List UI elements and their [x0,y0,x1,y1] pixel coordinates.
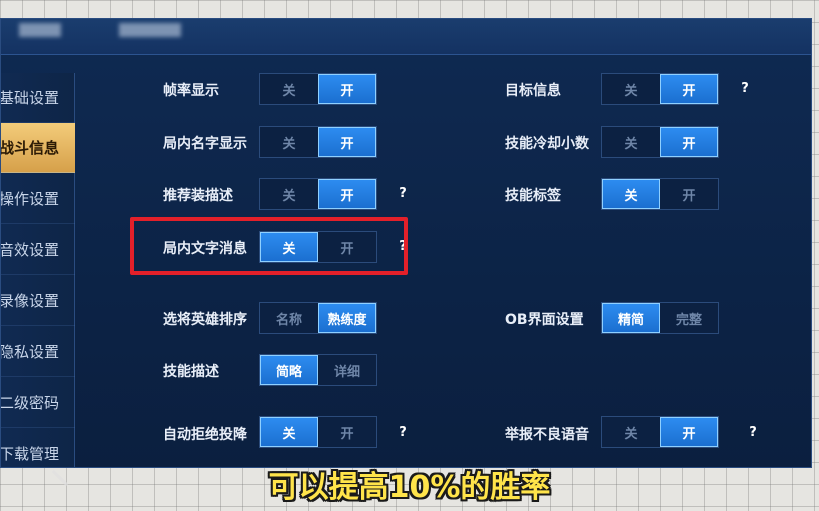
sidebar-item-replay[interactable]: 录像设置 [1,276,75,326]
skill-desc-brief-option[interactable]: 简略 [260,355,318,385]
auto-reject-help-icon[interactable]: ? [394,424,412,442]
sidebar-item-controls[interactable]: 操作设置 [1,174,75,224]
frame-rate-on-option[interactable]: 开 [318,74,376,104]
target-info-toggle: 关 开 [601,73,719,105]
cooldown-decimal-label: 技能冷却小数 [505,136,589,152]
sidebar-item-privacy[interactable]: 隐私设置 [1,327,75,377]
sidebar: 基础设置 战斗信息 操作设置 音效设置 录像设置 隐私设置 二级密码 下载管理 [1,73,75,467]
cooldown-decimal-off-option[interactable]: 关 [602,127,660,157]
auto-reject-label: 自动拒绝投降 [163,427,247,443]
report-voice-on-option[interactable]: 开 [660,417,718,447]
video-caption: 可以提高10%的胜率 [268,470,551,505]
auto-reject-toggle: 关 开 [259,416,377,448]
hero-sort-label: 选将英雄排序 [163,312,247,328]
skill-tag-on-option[interactable]: 开 [660,179,718,209]
cooldown-decimal-on-option[interactable]: 开 [660,127,718,157]
frame-rate-label: 帧率显示 [163,83,219,99]
target-info-off-option[interactable]: 关 [602,74,660,104]
report-voice-off-option[interactable]: 关 [602,417,660,447]
report-voice-help-icon[interactable]: ? [744,424,762,442]
skill-desc-label: 技能描述 [163,364,219,380]
skill-tag-off-option[interactable]: 关 [602,179,660,209]
sidebar-item-battle-info[interactable]: 战斗信息 [1,123,75,173]
blurred-title [19,23,61,37]
target-info-label: 目标信息 [505,83,561,99]
item-desc-on-option[interactable]: 开 [318,179,376,209]
hero-sort-proficiency-option[interactable]: 熟练度 [318,303,376,333]
name-display-toggle: 关 开 [259,126,377,158]
sidebar-item-secondary-password[interactable]: 二级密码 [1,378,75,428]
blurred-title [119,23,181,37]
skill-desc-toggle: 简略 详细 [259,354,377,386]
name-display-label: 局内名字显示 [163,136,247,152]
skill-tag-label: 技能标签 [505,188,561,204]
hero-sort-name-option[interactable]: 名称 [260,303,318,333]
cooldown-decimal-toggle: 关 开 [601,126,719,158]
name-display-on-option[interactable]: 开 [318,127,376,157]
sidebar-item-basic[interactable]: 基础设置 [1,73,75,123]
target-info-on-option[interactable]: 开 [660,74,718,104]
ob-ui-full-option[interactable]: 完整 [660,303,718,333]
frame-rate-off-option[interactable]: 关 [260,74,318,104]
report-voice-label: 举报不良语音 [505,427,589,443]
skill-tag-toggle: 关 开 [601,178,719,210]
target-info-help-icon[interactable]: ? [736,80,754,98]
auto-reject-off-option[interactable]: 关 [260,417,318,447]
ob-ui-toggle: 精简 完整 [601,302,719,334]
frame-rate-toggle: 关 开 [259,73,377,105]
hero-sort-toggle: 名称 熟练度 [259,302,377,334]
item-desc-off-option[interactable]: 关 [260,179,318,209]
ob-ui-simple-option[interactable]: 精简 [602,303,660,333]
report-voice-toggle: 关 开 [601,416,719,448]
skill-desc-detailed-option[interactable]: 详细 [318,355,376,385]
sidebar-item-audio[interactable]: 音效设置 [1,225,75,275]
red-highlight-box [130,217,408,275]
item-desc-label: 推荐装描述 [163,188,233,204]
name-display-off-option[interactable]: 关 [260,127,318,157]
ob-ui-label: OB界面设置 [505,312,584,328]
item-desc-toggle: 关 开 [259,178,377,210]
auto-reject-on-option[interactable]: 开 [318,417,376,447]
item-desc-help-icon[interactable]: ? [394,185,412,203]
title-bar [1,19,811,55]
